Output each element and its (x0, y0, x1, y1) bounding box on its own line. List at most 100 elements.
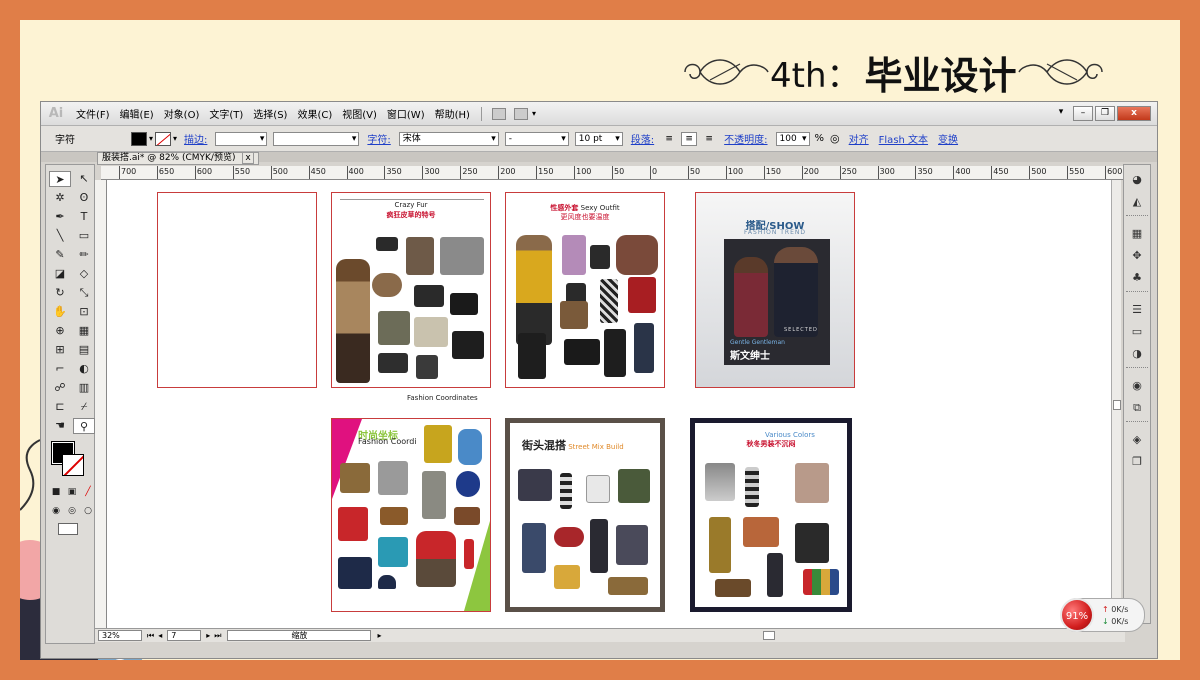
bridge-icon[interactable] (491, 107, 506, 120)
pen-tool-icon[interactable]: ✒ (49, 209, 71, 225)
transparency-panel-icon[interactable]: ◑ (1127, 347, 1147, 361)
flash-text-link[interactable]: Flash 文本 (879, 131, 928, 146)
color-guide-icon[interactable]: ◭ (1127, 195, 1147, 209)
next-artboard-icon[interactable]: ▸ (206, 631, 210, 640)
slice-tool-icon[interactable]: ⌿ (73, 399, 95, 415)
color-mode-icon[interactable]: ■ (49, 484, 63, 500)
first-artboard-icon[interactable]: ⏮ (147, 631, 154, 641)
arrange-dropdown-icon[interactable]: ▾ (532, 109, 536, 118)
fill-dropdown-icon[interactable]: ▾ (149, 134, 153, 143)
canvas[interactable]: Crazy Fur 疯狂皮草的特号 Fashion Coordinates 性感… (107, 180, 1117, 628)
workspace-dropdown-icon[interactable]: ▾ (1051, 106, 1071, 121)
artboard-fashion-coordi[interactable]: 时尚坐标 Fashion Coordi (331, 418, 491, 612)
align-right-icon[interactable]: ≡ (701, 132, 717, 146)
status-text-field[interactable]: 缩放 (227, 630, 372, 641)
appearance-panel-icon[interactable]: ◉ (1127, 379, 1147, 393)
stroke-panel-icon[interactable]: ☰ (1127, 303, 1147, 317)
scale-tool-icon[interactable]: ⤡ (73, 285, 95, 301)
font-family-dropdown[interactable]: 宋体 (398, 131, 499, 146)
free-transform-tool-icon[interactable]: ⊡ (73, 304, 95, 320)
shape-builder-tool-icon[interactable]: ⊕ (49, 323, 71, 339)
horizontal-scroll-thumb[interactable] (763, 631, 776, 640)
draw-normal-icon[interactable]: ◉ (49, 503, 63, 519)
tab-close-icon[interactable]: x (242, 152, 254, 164)
paintbrush-tool-icon[interactable]: ✎ (49, 247, 71, 263)
menu-select[interactable]: 选择(S) (248, 106, 292, 121)
align-link[interactable]: 对齐 (849, 131, 869, 146)
arrange-documents-icon[interactable] (513, 107, 528, 120)
menu-effect[interactable]: 效果(C) (292, 106, 337, 121)
graphic-styles-panel-icon[interactable]: ⧉ (1127, 401, 1147, 415)
selection-tool-icon[interactable]: ➤ (49, 171, 71, 187)
network-percent-ball[interactable]: 91% (1060, 598, 1094, 632)
artboard-street-mix[interactable]: 街头混搭 Street Mix Build (505, 418, 665, 612)
zoom-dropdown[interactable]: 32% (98, 630, 142, 641)
menu-object[interactable]: 对象(O) (159, 106, 205, 121)
opacity-field[interactable]: 100 (775, 131, 810, 146)
artboard-blank[interactable] (157, 192, 317, 388)
none-mode-icon[interactable]: ╱ (81, 484, 95, 500)
restore-button[interactable]: ❐ (1095, 106, 1115, 121)
screen-mode-icon[interactable] (58, 523, 78, 535)
menu-file[interactable]: 文件(F) (71, 106, 115, 121)
draw-behind-icon[interactable]: ◎ (65, 503, 79, 519)
menu-edit[interactable]: 编辑(E) (115, 106, 159, 121)
minimize-button[interactable]: – (1073, 106, 1093, 121)
magic-wand-tool-icon[interactable]: ✲ (49, 190, 71, 206)
vertical-scrollbar[interactable] (1111, 180, 1121, 628)
artboard-tool-icon[interactable]: ⊏ (49, 399, 71, 415)
artboard-sexy-outfit[interactable]: 性感外套 Sexy Outfit 更风度也要温度 (505, 192, 665, 388)
fill-swatch[interactable] (131, 131, 147, 146)
status-menu-icon[interactable]: ▸ (377, 631, 381, 640)
artboard-number-dropdown[interactable]: 7 (167, 630, 202, 641)
opacity-link[interactable]: 不透明度: (724, 131, 767, 146)
artboards-panel-icon[interactable]: ❐ (1127, 455, 1147, 469)
recolor-icon[interactable]: ◎ (830, 132, 840, 145)
color-panel-icon[interactable]: ◕ (1127, 173, 1147, 187)
prev-artboard-icon[interactable]: ◂ (158, 631, 162, 640)
zoom-tool-icon[interactable]: ⚲ (73, 418, 95, 434)
gradient-mode-icon[interactable]: ▣ (65, 484, 79, 500)
network-speed-widget[interactable]: 91% ↑ 0K/s ↓ 0K/s (1060, 598, 1145, 632)
line-tool-icon[interactable]: ╲ (49, 228, 71, 244)
type-tool-icon[interactable]: T (73, 209, 95, 225)
align-left-icon[interactable]: ≡ (661, 132, 677, 146)
eraser-tool-icon[interactable]: ◇ (73, 266, 95, 282)
symbols-panel-icon[interactable]: ♣ (1127, 271, 1147, 285)
column-graph-tool-icon[interactable]: ▥ (73, 380, 95, 396)
vertical-scroll-thumb[interactable] (1113, 400, 1121, 410)
fill-stroke-widget[interactable] (51, 441, 94, 478)
menu-type[interactable]: 文字(T) (204, 106, 248, 121)
variable-width-dropdown[interactable] (273, 131, 360, 146)
mesh-tool-icon[interactable]: ⊞ (49, 342, 71, 358)
brushes-panel-icon[interactable]: ✥ (1127, 249, 1147, 263)
swatches-panel-icon[interactable]: ▦ (1127, 227, 1147, 241)
artboard-various-colors[interactable]: Various Colors 秋冬男装不沉闷 (690, 418, 852, 612)
symbol-sprayer-tool-icon[interactable]: ☍ (49, 380, 71, 396)
menu-help[interactable]: 帮助(H) (430, 106, 475, 121)
rotate-tool-icon[interactable]: ↻ (49, 285, 71, 301)
character-link[interactable]: 字符: (367, 131, 390, 146)
layers-panel-icon[interactable]: ◈ (1127, 433, 1147, 447)
last-artboard-icon[interactable]: ⏭ (214, 631, 221, 641)
blend-tool-icon[interactable]: ◐ (73, 361, 95, 377)
menu-window[interactable]: 窗口(W) (382, 106, 430, 121)
gradient-tool-icon[interactable]: ▤ (73, 342, 95, 358)
stroke-swatch[interactable] (155, 131, 172, 146)
direct-selection-tool-icon[interactable]: ↖ (73, 171, 95, 187)
rectangle-tool-icon[interactable]: ▭ (73, 228, 95, 244)
artboard-crazy-fur[interactable]: Crazy Fur 疯狂皮草的特号 (331, 192, 491, 388)
font-size-dropdown[interactable]: 10 pt (574, 131, 623, 146)
document-tab[interactable]: 服装搭.ai* @ 82% (CMYK/预览) x (97, 152, 259, 165)
transform-link[interactable]: 变换 (938, 131, 958, 146)
draw-inside-icon[interactable]: ○ (81, 503, 95, 519)
artboard-show[interactable]: 搭配/SHOW FASHION TREND SELECTED Gentle Ge… (695, 192, 855, 388)
stroke-weight-dropdown[interactable] (215, 131, 268, 146)
stroke-link[interactable]: 描边: (184, 131, 207, 146)
perspective-grid-tool-icon[interactable]: ▦ (73, 323, 95, 339)
align-center-icon[interactable]: ≡ (681, 131, 698, 146)
stroke-dropdown-icon[interactable]: ▾ (173, 134, 177, 143)
paragraph-link[interactable]: 段落: (631, 131, 654, 146)
close-button[interactable]: x (1117, 106, 1151, 121)
menu-view[interactable]: 视图(V) (337, 106, 382, 121)
